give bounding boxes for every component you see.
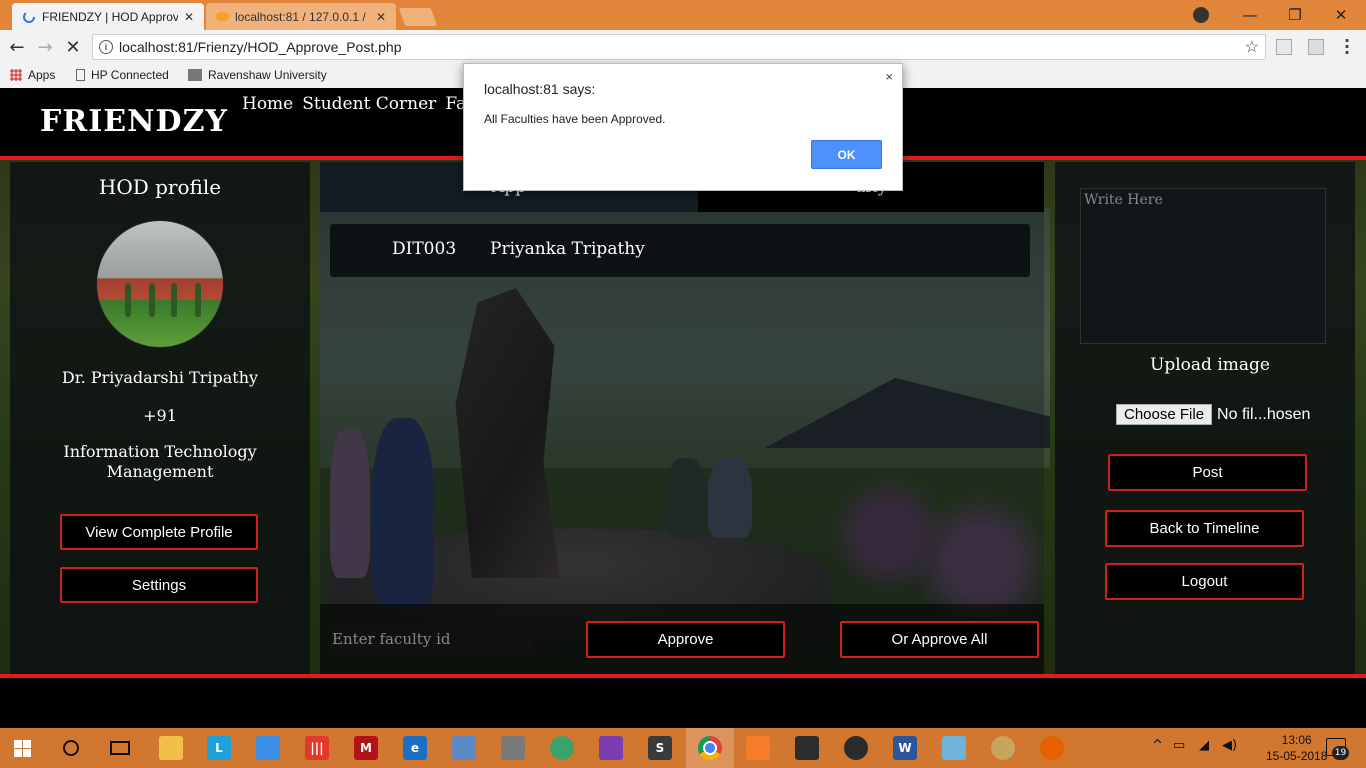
phpmyadmin-icon [216, 12, 229, 21]
battery-icon[interactable]: ▭ [1173, 738, 1185, 753]
cortana-search-icon[interactable] [63, 740, 79, 756]
task-view-icon[interactable] [110, 741, 130, 755]
faculty-id: DIT003 [392, 239, 457, 259]
minimize-icon[interactable]: — [1227, 0, 1273, 30]
browser-tab-strip: FRIENDZY | HOD Approv ✕ localhost:81 / 1… [0, 0, 1366, 30]
tab-title: FRIENDZY | HOD Approv [42, 9, 178, 24]
window-close-icon[interactable]: ✕ [1318, 0, 1364, 30]
site-logo[interactable]: FRIENDZY [40, 104, 228, 139]
alert-close-icon[interactable]: × [885, 69, 893, 84]
word-icon[interactable]: W [893, 736, 917, 760]
avatar [96, 220, 224, 348]
clock-time: 13:06 [1281, 733, 1312, 747]
settings-button[interactable]: Settings [60, 567, 258, 603]
restore-icon[interactable]: ❐ [1272, 0, 1318, 30]
show-hidden-icons[interactable]: ^ [1152, 738, 1163, 753]
pdf-extension-icon[interactable] [1308, 39, 1324, 55]
stop-loading-icon[interactable]: ✕ [61, 35, 85, 59]
terminal-icon[interactable] [795, 736, 819, 760]
nav-student-corner[interactable]: Student Corner [302, 94, 436, 114]
red-app-icon[interactable]: ||| [305, 736, 329, 760]
sublime-icon[interactable]: S [648, 736, 672, 760]
view-profile-button[interactable]: View Complete Profile [60, 514, 258, 550]
tools-icon[interactable] [501, 736, 525, 760]
volume-icon[interactable]: ◀) [1222, 738, 1237, 753]
back-arrow-icon[interactable]: ← [5, 35, 29, 59]
alert-message: All Faculties have been Approved. [484, 112, 666, 126]
xampp-icon[interactable] [746, 736, 770, 760]
new-tab-button[interactable] [398, 8, 438, 26]
file-input[interactable]: Choose File No fil...hosen [1116, 404, 1310, 425]
forward-arrow-icon[interactable]: → [33, 35, 57, 59]
post-button[interactable]: Post [1108, 454, 1307, 491]
choose-file-button[interactable]: Choose File [1116, 404, 1213, 425]
virtualbox-icon[interactable] [452, 736, 476, 760]
hod-name: Dr. Priyadarshi Tripathy [61, 368, 259, 387]
nav-home[interactable]: Home [242, 94, 293, 114]
tab-close-icon[interactable]: ✕ [376, 10, 386, 24]
url-text: localhost:81/Frienzy/HOD_Approve_Post.ph… [119, 39, 402, 55]
user-profile-icon[interactable] [1193, 7, 1209, 23]
alert-dialog: localhost:81 says: × All Faculties have … [463, 63, 903, 191]
alert-title: localhost:81 says: [484, 81, 596, 97]
hod-department: Information Technology Management [63, 442, 257, 481]
site-info-icon[interactable]: i [99, 40, 113, 54]
page-icon [76, 69, 85, 81]
bookmark-star-icon[interactable]: ☆ [1245, 37, 1259, 57]
faculty-list-item: DIT003 Priyanka Tripathy [330, 224, 1030, 277]
browser-toolbar: ← → ✕ i localhost:81/Frienzy/HOD_Approve… [0, 30, 1366, 64]
atom-icon[interactable] [550, 736, 574, 760]
network-icon[interactable]: ◢ [1199, 738, 1209, 753]
edge-icon[interactable]: e [403, 736, 427, 760]
mcafee-icon[interactable]: M [354, 736, 378, 760]
bookmark-label: Ravenshaw University [208, 68, 327, 82]
address-bar[interactable]: i localhost:81/Frienzy/HOD_Approve_Post.… [92, 34, 1266, 60]
loading-spinner-icon [23, 10, 35, 23]
l-app-icon[interactable]: L [207, 736, 231, 760]
post-textarea[interactable] [1080, 188, 1326, 344]
hod-phone: +91 [143, 406, 177, 425]
paint-icon[interactable] [991, 736, 1015, 760]
tab-friendzy[interactable]: FRIENDZY | HOD Approv ✕ [12, 3, 204, 30]
edit-app-icon[interactable] [942, 736, 966, 760]
wpm-icon[interactable] [844, 736, 868, 760]
bookmark-ravenshaw[interactable]: Ravenshaw University [188, 68, 327, 82]
file-status: No fil...hosen [1217, 405, 1311, 423]
chrome-icon[interactable] [698, 736, 722, 760]
bookmark-label: HP Connected [91, 68, 169, 82]
tab-phpmyadmin[interactable]: localhost:81 / 127.0.0.1 / ✕ [206, 3, 396, 30]
main-nav: Home Student Corner Fa [242, 94, 466, 114]
tab-title: localhost:81 / 127.0.0.1 / [235, 9, 366, 24]
notification-badge: 19 [1332, 746, 1349, 760]
extension-icon[interactable] [1276, 39, 1292, 55]
apps-grid-icon [10, 69, 22, 81]
approve-button[interactable]: Approve [586, 621, 785, 658]
bookmark-hp-connected[interactable]: HP Connected [76, 68, 169, 82]
bookmark-apps[interactable]: Apps [10, 68, 55, 82]
hod-profile-panel: HOD profile Dr. Priyadarshi Tripathy +91… [10, 162, 310, 674]
store-icon[interactable] [256, 736, 280, 760]
system-clock[interactable]: 13:06 15-05-2018 [1266, 732, 1327, 764]
site-footer [0, 678, 1366, 728]
firefox-icon[interactable] [1040, 736, 1064, 760]
alert-ok-button[interactable]: OK [811, 140, 882, 169]
visual-studio-icon[interactable] [599, 736, 623, 760]
panel-title: HOD profile [98, 175, 222, 199]
upload-image-label: Upload image [1150, 355, 1270, 375]
logout-button[interactable]: Logout [1105, 563, 1304, 600]
faculty-id-input[interactable] [330, 624, 532, 654]
back-to-timeline-button[interactable]: Back to Timeline [1105, 510, 1304, 547]
file-explorer-icon[interactable] [159, 736, 183, 760]
windows-start-icon[interactable] [14, 740, 31, 757]
windows-taskbar: L ||| M e S W ^ ▭ ◢ ◀) 13:06 15-05-2018 … [0, 728, 1366, 768]
approve-all-button[interactable]: Or Approve All [840, 621, 1039, 658]
chrome-menu-icon[interactable]: · · · [1344, 33, 1350, 61]
university-logo-icon [188, 69, 202, 81]
tab-close-icon[interactable]: ✕ [184, 10, 194, 24]
faculty-name: Priyanka Tripathy [490, 239, 645, 259]
bookmark-label: Apps [28, 68, 56, 82]
clock-date: 15-05-2018 [1266, 749, 1328, 763]
